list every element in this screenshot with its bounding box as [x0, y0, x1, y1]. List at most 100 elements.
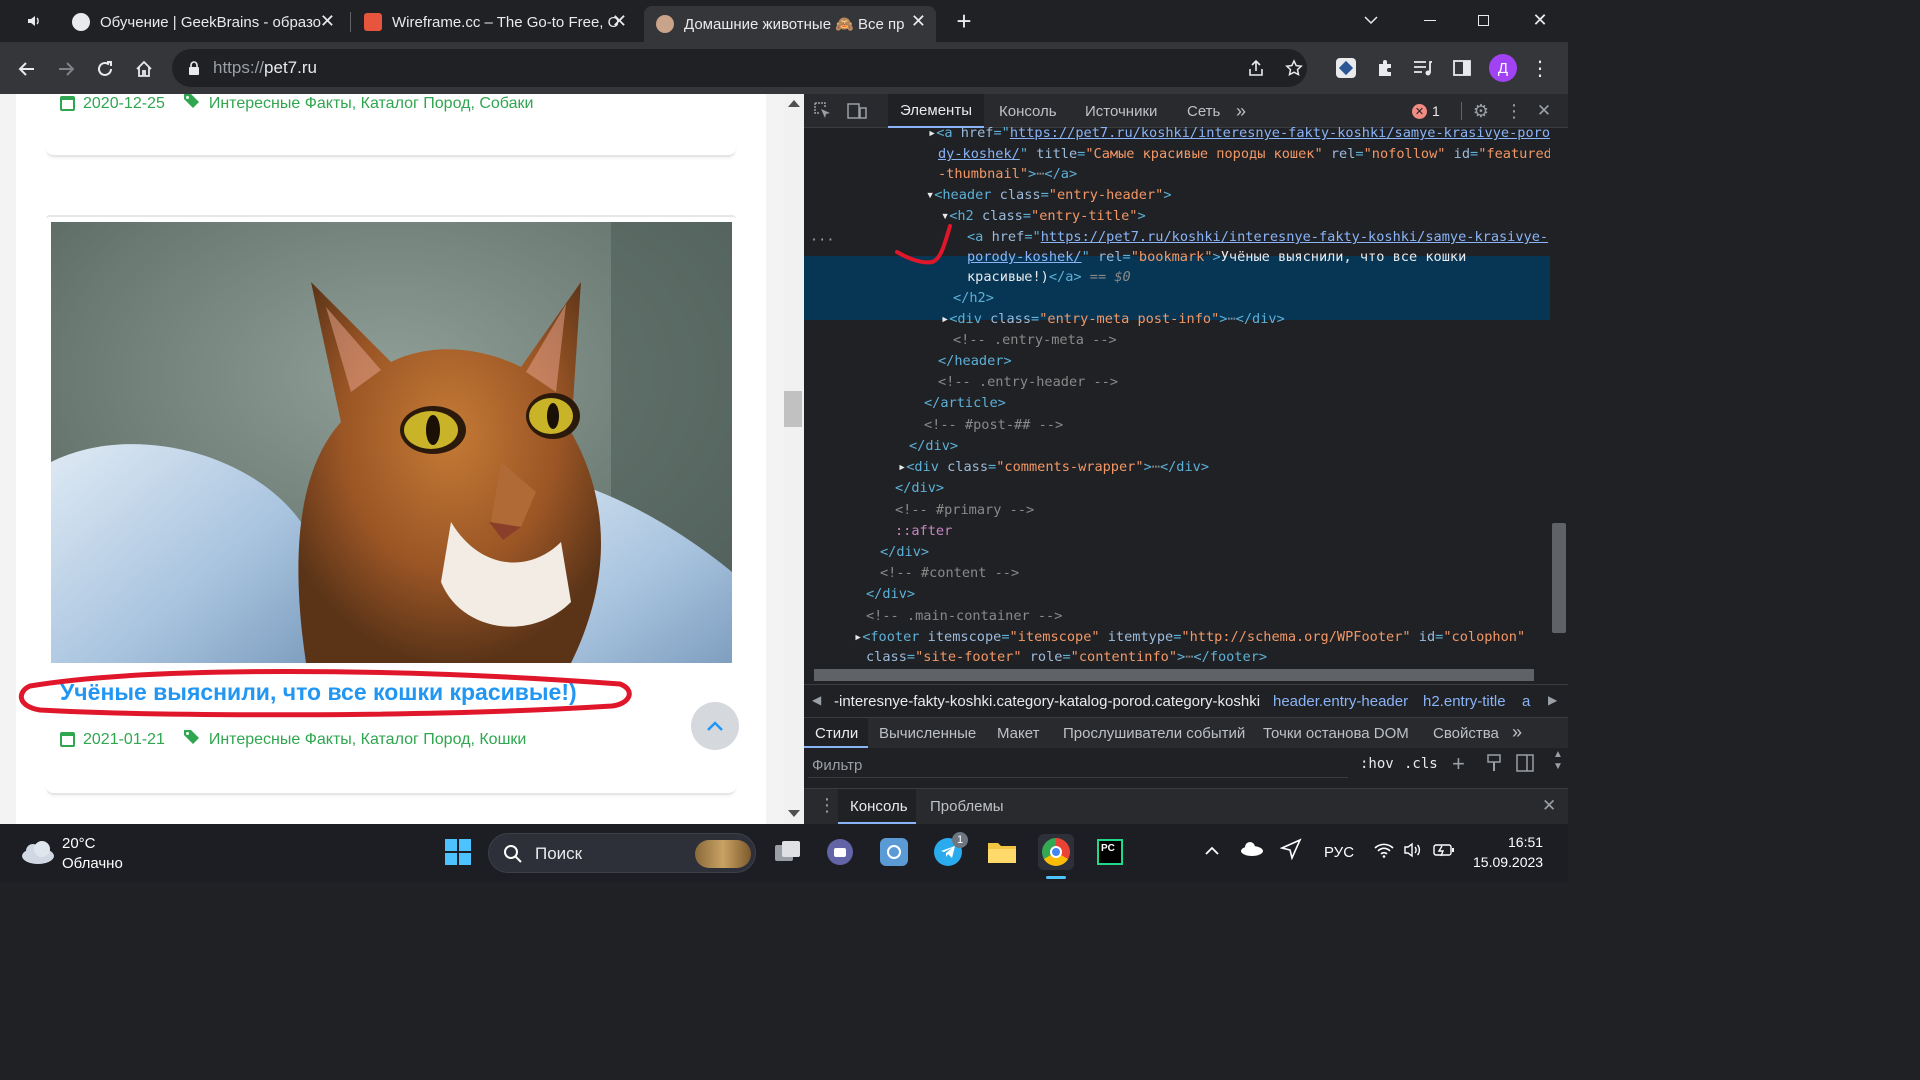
dom-tree-scrollbar[interactable]: [1550, 128, 1568, 666]
dom-comment[interactable]: <!-- #post-## -->: [924, 415, 1063, 436]
settings-gear-icon[interactable]: ⚙: [1470, 100, 1492, 122]
dom-node-a-selected[interactable]: <a href="https://pet7.ru/koshki/interesn…: [967, 227, 1548, 248]
battery-icon[interactable]: [1433, 842, 1455, 863]
scroll-down-arrow-icon[interactable]: [788, 810, 800, 817]
tab-geekbrains[interactable]: Обучение | GeekBrains - образо ✕: [60, 6, 345, 38]
hov-toggle[interactable]: :hov: [1360, 756, 1394, 772]
dom-node-comments[interactable]: ▸<div class="comments-wrapper">⋯</div>: [898, 457, 1209, 478]
tab-console[interactable]: Консоль: [999, 94, 1057, 128]
node-actions-ellipsis[interactable]: ···: [810, 230, 835, 251]
clock-date[interactable]: 15.09.2023: [1473, 854, 1543, 870]
tab-styles[interactable]: Стили: [815, 725, 858, 742]
back-button[interactable]: [12, 54, 42, 84]
dom-node-div-meta[interactable]: ▸<div class="entry-meta post-info">⋯</di…: [941, 309, 1285, 330]
toggle-sidebar-icon[interactable]: [1516, 754, 1534, 776]
forward-button[interactable]: [51, 54, 81, 84]
breadcrumb-item[interactable]: h2.entry-title: [1423, 693, 1506, 710]
close-icon[interactable]: ✕: [612, 11, 627, 32]
tab-pet7[interactable]: Домашние животные 🙈 Все пр ✕: [644, 6, 936, 42]
dom-node-a-thumbnail[interactable]: ▸<a href="https://pet7.ru/koshki/interes…: [928, 126, 1550, 144]
dom-node-a-thumbnail-cont[interactable]: dy-koshek/" title="Самые красивые породы…: [938, 144, 1550, 165]
bookmark-star-icon[interactable]: [1282, 57, 1306, 79]
audio-playing-icon[interactable]: [22, 10, 46, 32]
breadcrumb-item[interactable]: -interesnye-fakty-koshki.category-katalo…: [834, 693, 1260, 710]
extensions-puzzle-icon[interactable]: [1371, 54, 1399, 82]
tab-elements[interactable]: Элементы: [888, 94, 984, 128]
minimize-button[interactable]: [1415, 8, 1445, 32]
dom-pseudo-after[interactable]: ::after: [895, 521, 952, 542]
breadcrumb-item[interactable]: a: [1522, 693, 1530, 710]
tab-network[interactable]: Сеть: [1187, 94, 1220, 128]
scrollbar-thumb[interactable]: [784, 391, 802, 427]
restore-button[interactable]: [1468, 8, 1498, 32]
dom-node-h2[interactable]: ▾<h2 class="entry-title">: [941, 206, 1146, 227]
extension-icon[interactable]: [1332, 54, 1360, 82]
drawer-tab-console[interactable]: Консоль: [850, 798, 908, 815]
dom-tree[interactable]: ··· ▸<a href="https://pet7.ru/koshki/int…: [804, 126, 1550, 666]
inspect-element-icon[interactable]: [812, 101, 834, 121]
close-icon[interactable]: ✕: [320, 11, 335, 32]
chevron-left-icon[interactable]: ◀: [812, 693, 821, 707]
reload-button[interactable]: [90, 54, 120, 84]
breadcrumb-item[interactable]: header.entry-header: [1273, 693, 1408, 710]
drawer-menu-icon[interactable]: ⋮: [818, 795, 836, 816]
dom-node-h2-close[interactable]: </h2>: [953, 288, 994, 309]
file-explorer-icon[interactable]: [984, 834, 1020, 870]
taskbar-search[interactable]: Поиск: [488, 833, 756, 873]
tab-properties[interactable]: Свойства: [1433, 725, 1499, 742]
close-devtools-icon[interactable]: ✕: [1534, 100, 1554, 122]
dom-comment[interactable]: <!-- .main-container -->: [866, 606, 1062, 627]
teams-icon[interactable]: [822, 834, 858, 870]
error-badge[interactable]: ✕ 1: [1412, 101, 1440, 121]
close-window-button[interactable]: ✕: [1525, 8, 1555, 32]
dom-node-a-thumbnail-end[interactable]: -thumbnail">⋯</a>: [938, 164, 1077, 185]
dom-tree-hscrollbar[interactable]: [804, 666, 1550, 684]
tab-dom-breakpoints[interactable]: Точки останова DOM: [1263, 725, 1409, 742]
profile-avatar[interactable]: Д: [1489, 54, 1517, 82]
filter-input[interactable]: Фильтр: [808, 752, 1348, 778]
dom-comment[interactable]: <!-- #content -->: [880, 563, 1019, 584]
device-toolbar-icon[interactable]: [846, 101, 868, 121]
tab-search-icon[interactable]: [1356, 8, 1386, 32]
clock-time[interactable]: 16:51: [1508, 834, 1543, 850]
share-icon[interactable]: [1244, 57, 1268, 79]
dom-node-div-close[interactable]: </div>: [895, 478, 944, 499]
weather-widget[interactable]: 20°C Облачно: [20, 832, 140, 874]
dom-node-footer-cont[interactable]: class="site-footer" role="contentinfo">⋯…: [866, 647, 1267, 666]
paint-brush-icon[interactable]: [1486, 754, 1502, 776]
chrome-icon[interactable]: [1038, 834, 1074, 870]
devtools-menu-icon[interactable]: ⋮: [1504, 100, 1524, 122]
start-windows-icon[interactable]: [440, 834, 476, 870]
address-bar[interactable]: https://pet7.ru: [172, 49, 1307, 87]
tab-event-listeners[interactable]: Прослушиватели событий: [1063, 725, 1245, 742]
close-drawer-icon[interactable]: ✕: [1542, 796, 1556, 816]
dom-comment[interactable]: <!-- .entry-header -->: [938, 372, 1118, 393]
onedrive-icon[interactable]: [1240, 840, 1264, 861]
tab-wireframe[interactable]: Wireframe.cc – The Go-to Free, O ✕: [352, 6, 637, 38]
home-button[interactable]: [129, 54, 159, 84]
tab-sources[interactable]: Источники: [1085, 94, 1157, 128]
pycharm-icon[interactable]: PC: [1092, 834, 1128, 870]
lock-icon[interactable]: [186, 59, 202, 77]
chevron-up-icon[interactable]: [1204, 842, 1220, 860]
add-rule-icon[interactable]: +: [1452, 751, 1465, 777]
more-tabs-icon[interactable]: »: [1512, 722, 1522, 743]
cls-toggle[interactable]: .cls: [1404, 756, 1438, 772]
dom-comment[interactable]: <!-- .entry-meta -->: [953, 330, 1117, 351]
drawer-tab-issues[interactable]: Проблемы: [930, 798, 1004, 815]
tab-computed[interactable]: Вычисленные: [879, 725, 976, 742]
dom-node-a-selected-end[interactable]: красивые!)</a> == $0: [967, 267, 1131, 288]
new-tab-button[interactable]: +: [948, 6, 980, 36]
close-icon[interactable]: ✕: [911, 11, 926, 32]
location-arrow-icon[interactable]: [1279, 838, 1302, 865]
side-panel-icon[interactable]: [1448, 54, 1476, 82]
scrollbar-thumb[interactable]: [1552, 523, 1566, 633]
dom-node-div-close[interactable]: </div>: [880, 542, 929, 563]
styles-scroll-arrows-icon[interactable]: ▲ ▼: [1553, 749, 1563, 773]
dom-node-div-close[interactable]: </div>: [866, 584, 915, 605]
dom-node-footer[interactable]: ▸<footer itemscope="itemscope" itemtype=…: [854, 627, 1525, 648]
more-tabs-icon[interactable]: »: [1236, 94, 1246, 128]
volume-icon[interactable]: [1403, 842, 1423, 863]
dom-node-div-close[interactable]: </div>: [909, 436, 958, 457]
dom-node-header-close[interactable]: </header>: [938, 351, 1012, 372]
